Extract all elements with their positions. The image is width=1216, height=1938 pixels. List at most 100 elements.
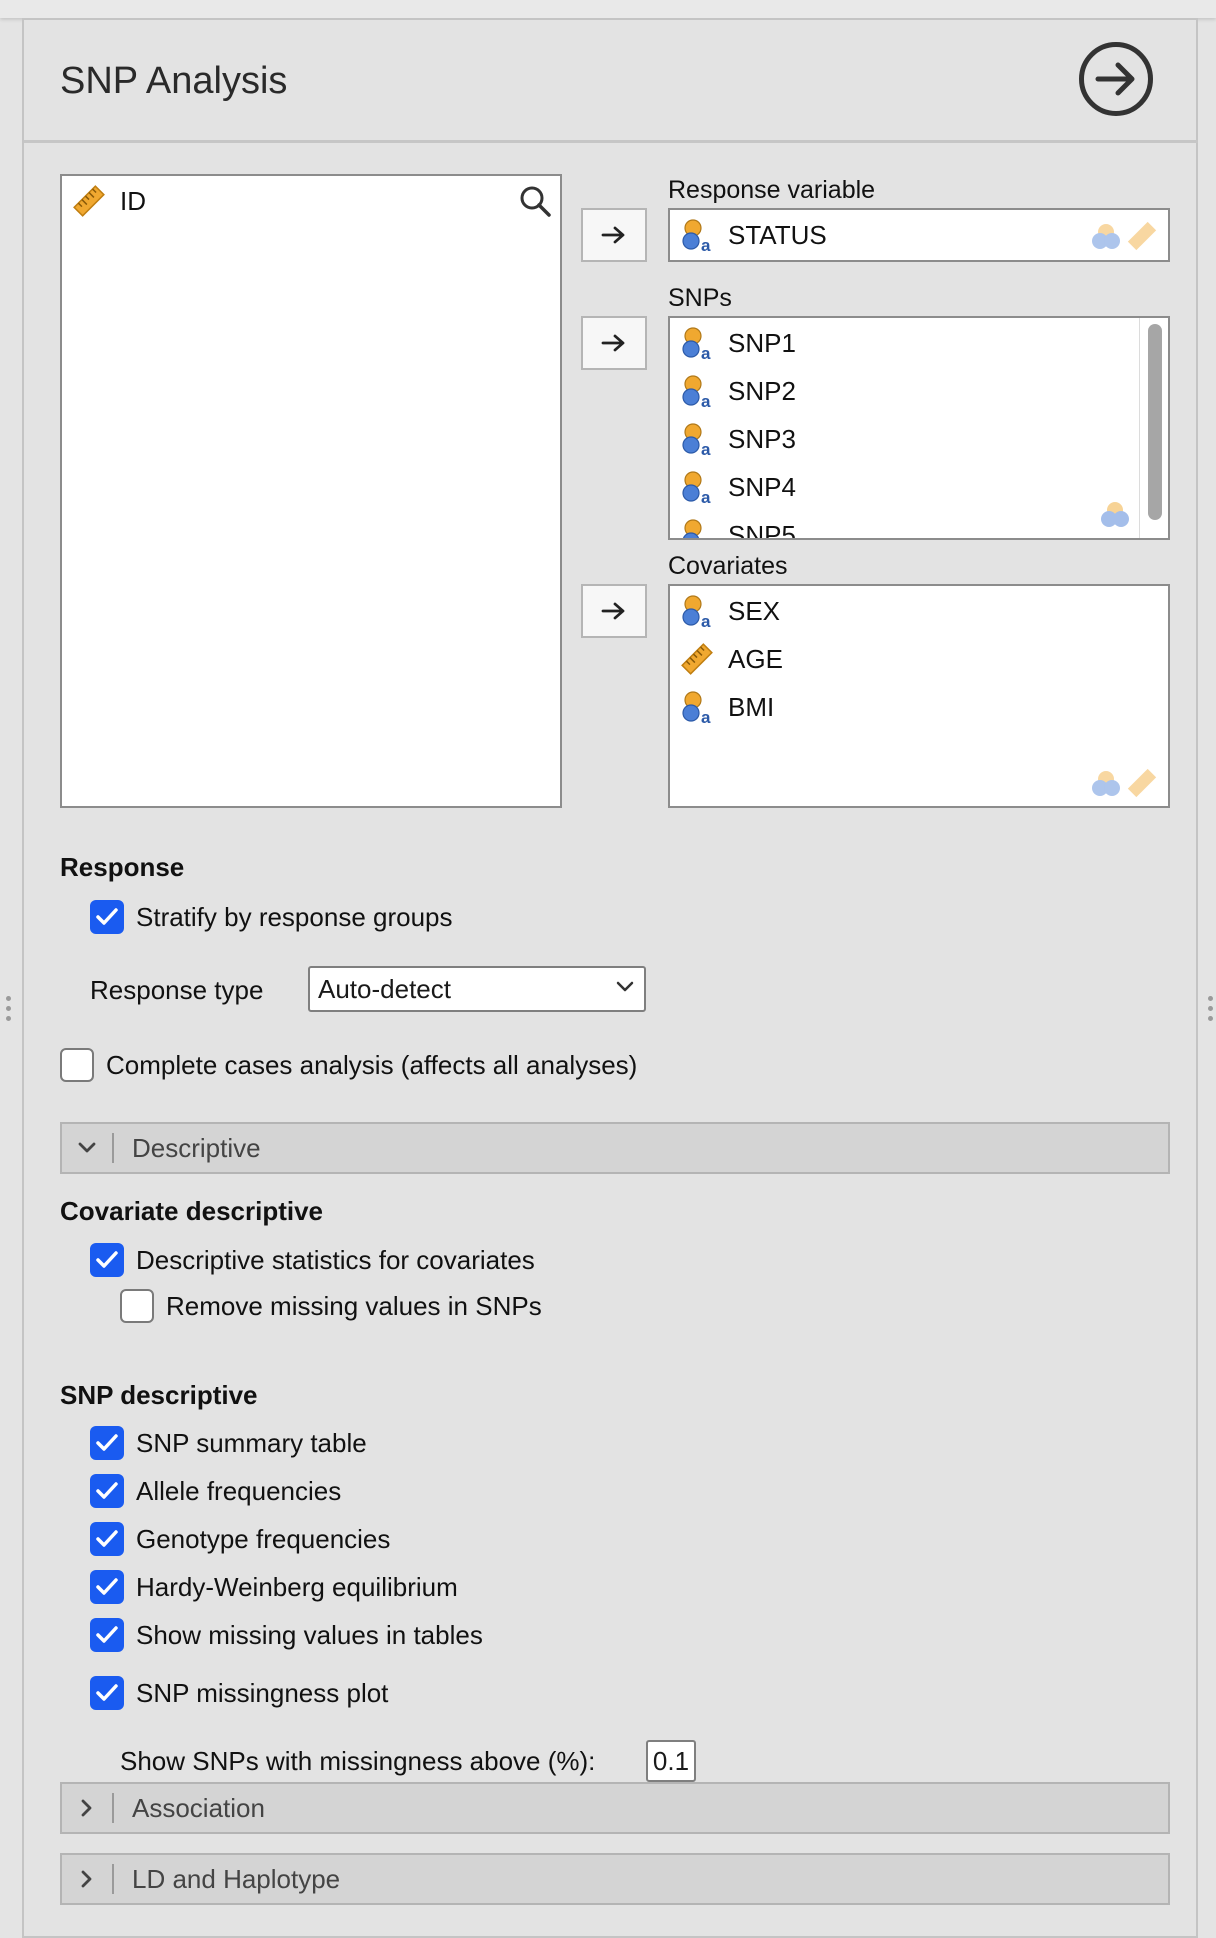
descriptive-title: Descriptive — [132, 1132, 261, 1163]
list-item-label: SNP5 — [728, 519, 796, 540]
list-item[interactable]: ID — [72, 184, 146, 218]
genotype-freq-label: Genotype frequencies — [136, 1523, 391, 1554]
show-missing-checkbox-row[interactable]: Show missing values in tables — [90, 1618, 483, 1652]
association-section-header[interactable]: Association — [60, 1782, 1170, 1834]
list-item-label: SNP4 — [728, 471, 796, 502]
desc-stats-checkbox-row[interactable]: Descriptive statistics for covariates — [90, 1243, 535, 1277]
missingness-plot-checkbox-row[interactable]: SNP missingness plot — [90, 1676, 388, 1710]
nominal-icon: a — [680, 218, 714, 255]
list-item[interactable]: a SNP5 — [680, 518, 796, 540]
right-resize-handle[interactable] — [1208, 996, 1214, 1028]
covariates-label: Covariates — [668, 552, 788, 580]
header-divider — [24, 140, 1198, 143]
list-item-label: SEX — [728, 595, 781, 626]
chevron-right-icon — [62, 1784, 112, 1832]
remove-missing-checkbox[interactable] — [120, 1289, 154, 1323]
list-item[interactable]: a BMI — [680, 690, 775, 727]
allowed-types-icon — [1090, 219, 1160, 258]
svg-text:a: a — [701, 392, 711, 408]
nominal-icon: a — [680, 690, 714, 727]
complete-cases-checkbox[interactable] — [60, 1048, 94, 1082]
missingness-threshold-input[interactable]: 0.1 — [646, 1740, 696, 1782]
check-icon — [96, 1482, 118, 1499]
list-item-label: SNP1 — [728, 327, 796, 358]
stratify-checkbox[interactable] — [90, 900, 124, 934]
move-to-snps-button[interactable] — [581, 316, 647, 370]
allele-freq-checkbox-row[interactable]: Allele frequencies — [90, 1474, 341, 1508]
list-item[interactable]: AGE — [680, 642, 783, 676]
top-bar — [0, 0, 1216, 18]
ruler-icon — [680, 642, 714, 676]
snps-label: SNPs — [668, 284, 732, 312]
nominal-icon: a — [680, 518, 714, 538]
check-icon — [96, 908, 118, 925]
check-icon — [96, 1578, 118, 1595]
complete-cases-checkbox-row[interactable]: Complete cases analysis (affects all ana… — [60, 1048, 637, 1082]
ld-haplotype-title: LD and Haplotype — [132, 1863, 341, 1894]
allele-freq-checkbox[interactable] — [90, 1474, 124, 1508]
response-variable-box[interactable]: a STATUS — [668, 208, 1170, 262]
svg-text:a: a — [701, 344, 711, 360]
header-separator — [112, 1133, 114, 1163]
chevron-right-icon — [62, 1855, 112, 1903]
list-item[interactable]: a SEX — [680, 594, 781, 631]
list-item[interactable]: a SNP1 — [680, 326, 796, 363]
nominal-icon: a — [680, 470, 714, 507]
complete-cases-label: Complete cases analysis (affects all ana… — [106, 1049, 638, 1080]
missingness-plot-checkbox[interactable] — [90, 1676, 124, 1710]
svg-text:a: a — [701, 708, 711, 724]
arrow-right-icon — [601, 226, 625, 244]
hwe-checkbox[interactable] — [90, 1570, 124, 1604]
available-variables-list[interactable]: ID — [60, 174, 562, 808]
show-missing-checkbox[interactable] — [90, 1618, 124, 1652]
arrow-right-icon — [601, 602, 625, 620]
list-item-label: AGE — [728, 643, 783, 674]
check-icon — [96, 1434, 118, 1451]
response-section-heading: Response — [60, 852, 185, 882]
response-type-select[interactable]: Auto-detect — [308, 966, 646, 1012]
covariates-list[interactable]: a SEX AGE a BMI — [668, 584, 1170, 808]
snp-summary-checkbox-row[interactable]: SNP summary table — [90, 1426, 367, 1460]
scrollbar-track[interactable] — [1139, 318, 1168, 538]
svg-text:a: a — [701, 236, 711, 252]
nominal-icon: a — [680, 326, 714, 363]
snp-descriptive-heading: SNP descriptive — [60, 1380, 258, 1410]
run-analysis-button[interactable] — [1079, 42, 1153, 116]
list-item[interactable]: a SNP2 — [680, 374, 796, 411]
list-item[interactable]: a SNP3 — [680, 422, 796, 459]
remove-missing-checkbox-row[interactable]: Remove missing values in SNPs — [120, 1289, 542, 1323]
stratify-checkbox-row[interactable]: Stratify by response groups — [90, 900, 453, 934]
arrow-right-icon — [601, 334, 625, 352]
header-separator — [112, 1864, 114, 1894]
check-icon — [96, 1251, 118, 1268]
list-item-label: SNP3 — [728, 423, 796, 454]
descriptive-section-header[interactable]: Descriptive — [60, 1122, 1170, 1174]
check-icon — [96, 1530, 118, 1547]
genotype-freq-checkbox[interactable] — [90, 1522, 124, 1556]
scrollbar-thumb[interactable] — [1148, 324, 1162, 520]
search-icon[interactable] — [518, 184, 552, 223]
list-item[interactable]: a SNP4 — [680, 470, 796, 507]
snp-summary-checkbox[interactable] — [90, 1426, 124, 1460]
ruler-icon — [72, 184, 106, 218]
left-resize-handle[interactable] — [6, 996, 12, 1028]
genotype-freq-checkbox-row[interactable]: Genotype frequencies — [90, 1522, 390, 1556]
association-title: Association — [132, 1792, 265, 1823]
hwe-checkbox-row[interactable]: Hardy-Weinberg equilibrium — [90, 1570, 458, 1604]
allele-freq-label: Allele frequencies — [136, 1475, 342, 1506]
page-title: SNP Analysis — [60, 60, 288, 102]
ld-haplotype-section-header[interactable]: LD and Haplotype — [60, 1853, 1170, 1905]
missingness-plot-label: SNP missingness plot — [136, 1677, 389, 1708]
nominal-icon: a — [680, 422, 714, 459]
list-item-label: BMI — [728, 691, 775, 722]
nominal-icon: a — [680, 374, 714, 411]
snps-list[interactable]: a SNP1 a SNP2 a SNP3 a SNP4 a SNP5 — [668, 316, 1170, 540]
move-to-covariates-button[interactable] — [581, 584, 647, 638]
allowed-types-icon — [1098, 498, 1132, 537]
list-item[interactable]: a STATUS — [680, 218, 827, 255]
move-to-response-button[interactable] — [581, 208, 647, 262]
svg-text:a: a — [701, 440, 711, 456]
desc-stats-checkbox[interactable] — [90, 1243, 124, 1277]
list-item-label: SNP2 — [728, 375, 796, 406]
list-item-label: STATUS — [728, 219, 827, 250]
